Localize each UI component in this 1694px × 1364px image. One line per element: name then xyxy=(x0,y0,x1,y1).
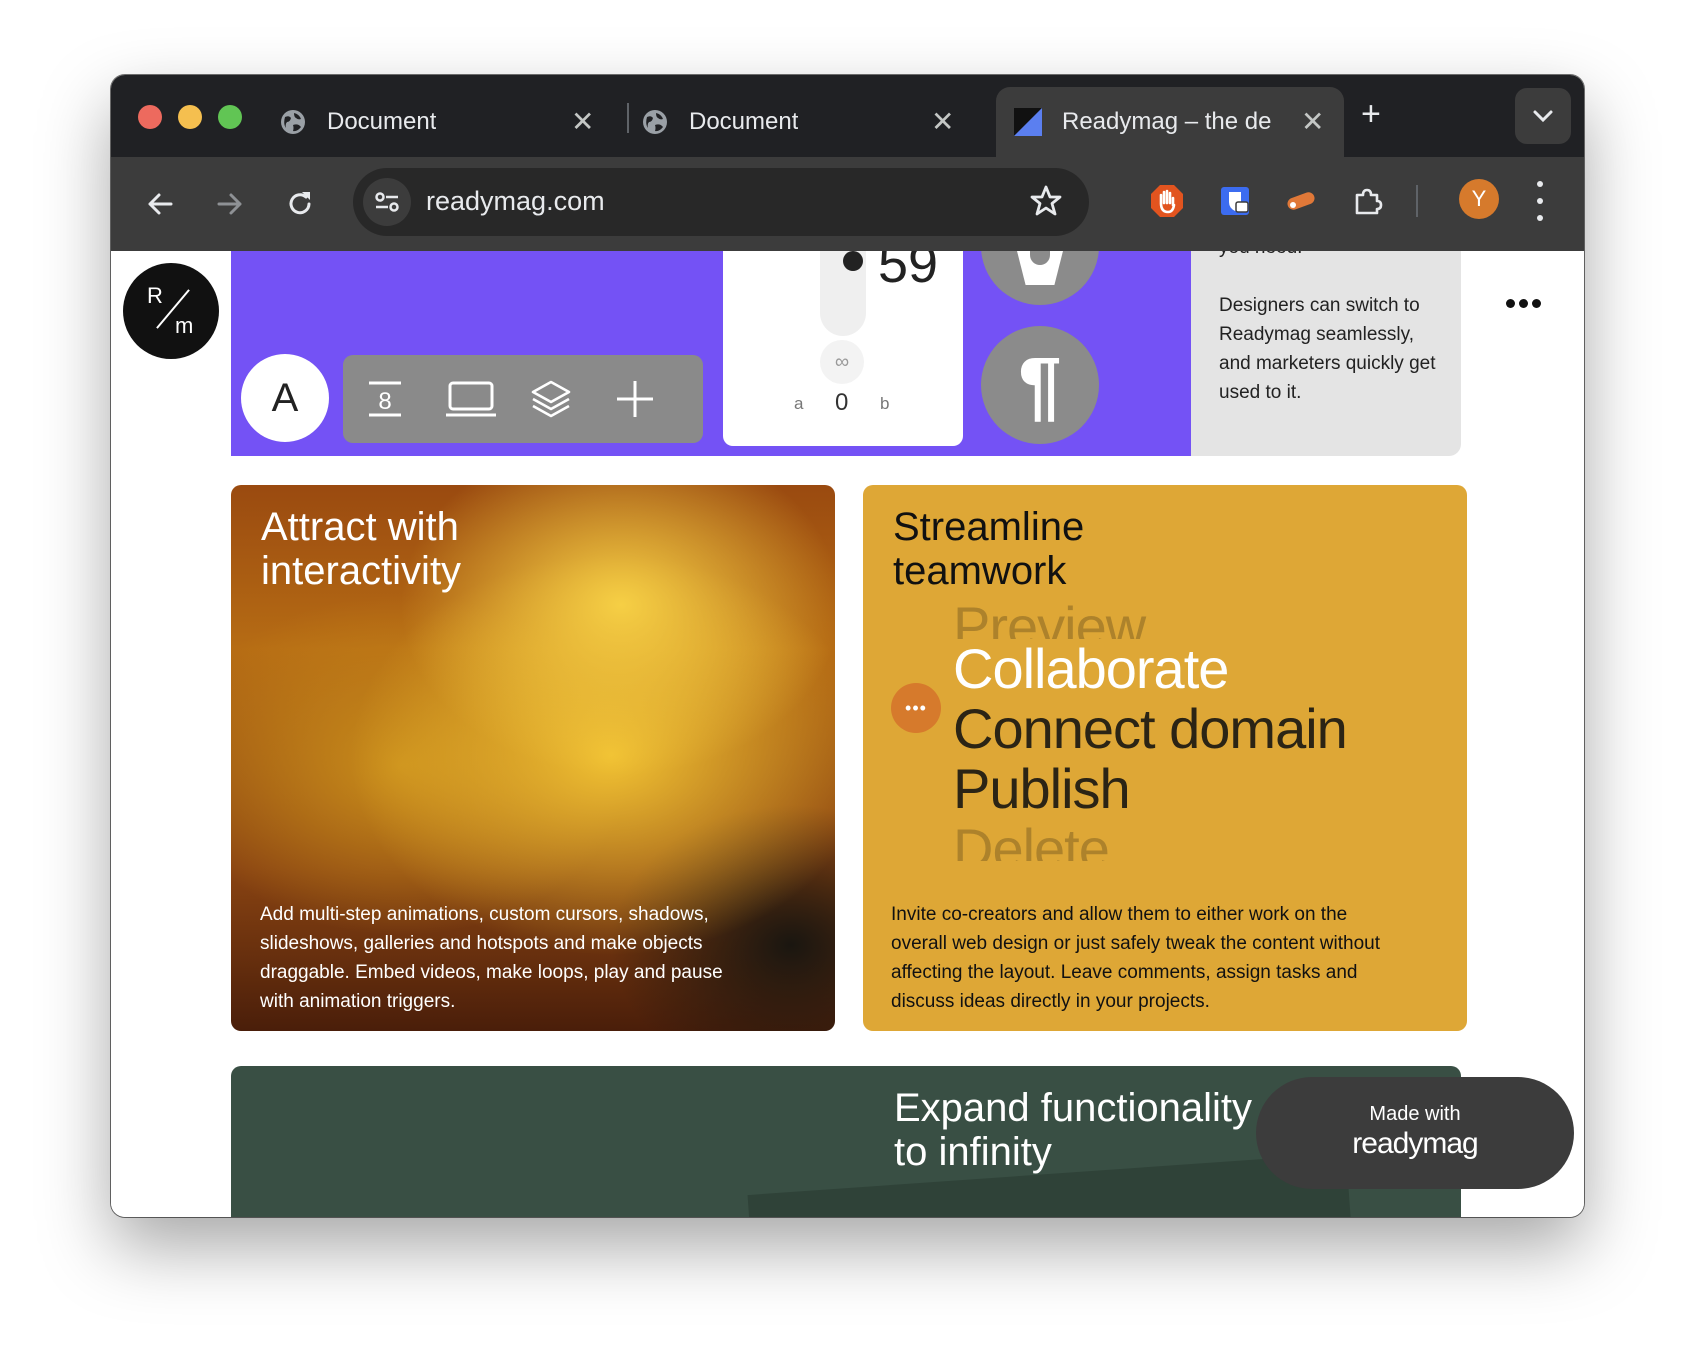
step-connect-domain: Connect domain xyxy=(953,697,1348,760)
chevron-down-icon xyxy=(1533,110,1553,123)
made-with-label: Made with xyxy=(1369,1103,1461,1125)
arrow-right-icon xyxy=(217,193,242,215)
tab-search-button[interactable] xyxy=(1515,88,1571,144)
more-options-button[interactable] xyxy=(1506,299,1541,308)
range-label-a: a xyxy=(794,394,804,413)
tab-document-2[interactable]: Document ✕ xyxy=(641,87,961,157)
new-tab-button[interactable]: + xyxy=(1361,95,1381,134)
slider-handle[interactable] xyxy=(843,251,863,271)
minimize-window-button[interactable] xyxy=(178,105,202,129)
workflow-steps-list: Preview Collaborate Connect domain Publi… xyxy=(953,597,1348,861)
tab-title: Document xyxy=(327,108,437,135)
laptop-icon xyxy=(446,381,496,417)
readymag-wordmark: readymag xyxy=(1352,1127,1478,1160)
browser-toolbar: readymag.com Y xyxy=(111,157,1584,251)
made-with-readymag-badge[interactable]: Made with readymag xyxy=(1256,1077,1574,1189)
layers-icon xyxy=(531,380,571,418)
close-tab-icon[interactable]: ✕ xyxy=(931,105,954,138)
reload-button[interactable] xyxy=(277,181,323,227)
site-info-button[interactable] xyxy=(363,178,411,226)
layers-tool-icon[interactable] xyxy=(529,377,573,421)
shape-tool-button[interactable] xyxy=(981,251,1099,305)
dot xyxy=(1519,299,1528,308)
attract-title: Attract with interactivity xyxy=(261,505,462,593)
menu-dot xyxy=(1537,215,1543,221)
dot xyxy=(1506,299,1515,308)
maximize-window-button[interactable] xyxy=(218,105,242,129)
close-window-button[interactable] xyxy=(138,105,162,129)
browser-menu-button[interactable] xyxy=(1535,181,1545,221)
options-dots-button[interactable]: ••• xyxy=(891,683,941,733)
privacy-extension-button[interactable] xyxy=(1215,181,1255,221)
step-delete: Delete xyxy=(953,819,1110,861)
logo-letter-m: m xyxy=(175,313,194,338)
paragraph-tool-button[interactable]: ¶ xyxy=(981,326,1099,444)
expand-title: Expand functionality to infinity xyxy=(894,1086,1252,1174)
tab-bar: Document ✕ Document ✕ Readymag – the de … xyxy=(111,75,1584,157)
readymag-logo[interactable]: R m xyxy=(123,263,219,359)
expand-title-line1: Expand functionality xyxy=(894,1086,1253,1130)
reload-icon xyxy=(289,192,311,215)
dot xyxy=(1532,299,1541,308)
adblock-extension-button[interactable] xyxy=(1147,181,1187,221)
shape-icon xyxy=(1016,251,1064,285)
toolbar-separator xyxy=(1416,185,1418,217)
menu-dot xyxy=(1537,198,1543,204)
tag-extension-button[interactable] xyxy=(1281,181,1321,221)
globe-icon xyxy=(643,110,667,134)
range-label-b: b xyxy=(880,394,890,413)
animation-settings-card: 59 ∞ a 0 b xyxy=(723,251,963,446)
infinity-toggle[interactable]: ∞ xyxy=(820,340,864,384)
readymag-favicon xyxy=(1014,108,1042,136)
logo-letter-r: R xyxy=(147,283,163,308)
switch-info-panel: you need. Designers can switch to Readym… xyxy=(1191,251,1461,456)
editor-toolbar: 8 xyxy=(343,355,703,443)
tab-title: Readymag – the de xyxy=(1062,108,1272,135)
attract-body: Add multi-step animations, custom cursor… xyxy=(260,904,723,1012)
puzzle-icon xyxy=(1355,188,1383,215)
step-collaborate: Collaborate xyxy=(953,637,1229,700)
spacing-icon: 8 xyxy=(369,381,401,417)
step-publish: Publish xyxy=(953,757,1131,820)
hand-stop-icon xyxy=(1151,185,1183,217)
panel-text: Designers can switch to Readymag seamles… xyxy=(1219,295,1436,403)
svg-text:8: 8 xyxy=(378,388,391,415)
tab-separator xyxy=(627,103,629,133)
spacing-tool-icon[interactable]: 8 xyxy=(363,377,407,421)
editor-demo-panel: A 8 59 ∞ a 0 b ¶ xyxy=(231,251,1191,456)
globe-icon xyxy=(281,110,305,134)
text-tool-button[interactable]: A xyxy=(241,354,329,442)
tab-title: Document xyxy=(689,108,799,135)
teamwork-body: Invite co-creators and allow them to eit… xyxy=(891,904,1380,1012)
range-value: 0 xyxy=(835,389,849,416)
panel-text-cut: you need. xyxy=(1219,251,1302,259)
tab-readymag[interactable]: Readymag – the de ✕ xyxy=(996,87,1344,157)
shield-lock-icon xyxy=(1221,187,1249,215)
attract-card: Attract with interactivity Add multi-ste… xyxy=(231,485,835,1031)
plus-icon xyxy=(617,381,653,417)
tag-icon xyxy=(1287,192,1315,210)
close-tab-icon[interactable]: ✕ xyxy=(571,105,594,138)
menu-dot xyxy=(1537,181,1543,187)
close-tab-icon[interactable]: ✕ xyxy=(1301,105,1324,138)
step-preview: Preview xyxy=(953,597,1146,639)
arrow-left-icon xyxy=(148,193,173,215)
page-content: R m A 8 59 ∞ a 0 b ¶ Designers can switc… xyxy=(111,251,1584,1217)
url-text[interactable]: readymag.com xyxy=(426,186,605,217)
address-bar[interactable]: readymag.com xyxy=(353,168,1089,236)
back-button[interactable] xyxy=(137,181,183,227)
teamwork-title: Streamline teamwork xyxy=(893,505,1085,593)
profile-avatar[interactable]: Y xyxy=(1459,179,1499,219)
expand-title-line2: to infinity xyxy=(894,1130,1052,1174)
teamwork-card: Streamline teamwork ••• Preview Collabor… xyxy=(863,485,1467,1031)
bookmark-star-icon[interactable] xyxy=(1029,184,1063,218)
add-tool-icon[interactable] xyxy=(613,377,657,421)
tune-icon xyxy=(375,192,399,212)
counter-value: 59 xyxy=(878,251,939,294)
extensions-button[interactable] xyxy=(1347,181,1387,221)
forward-button[interactable] xyxy=(207,181,253,227)
tab-document-1[interactable]: Document ✕ xyxy=(279,87,599,157)
browser-window: Document ✕ Document ✕ Readymag – the de … xyxy=(111,75,1584,1217)
device-tool-icon[interactable] xyxy=(443,377,499,421)
